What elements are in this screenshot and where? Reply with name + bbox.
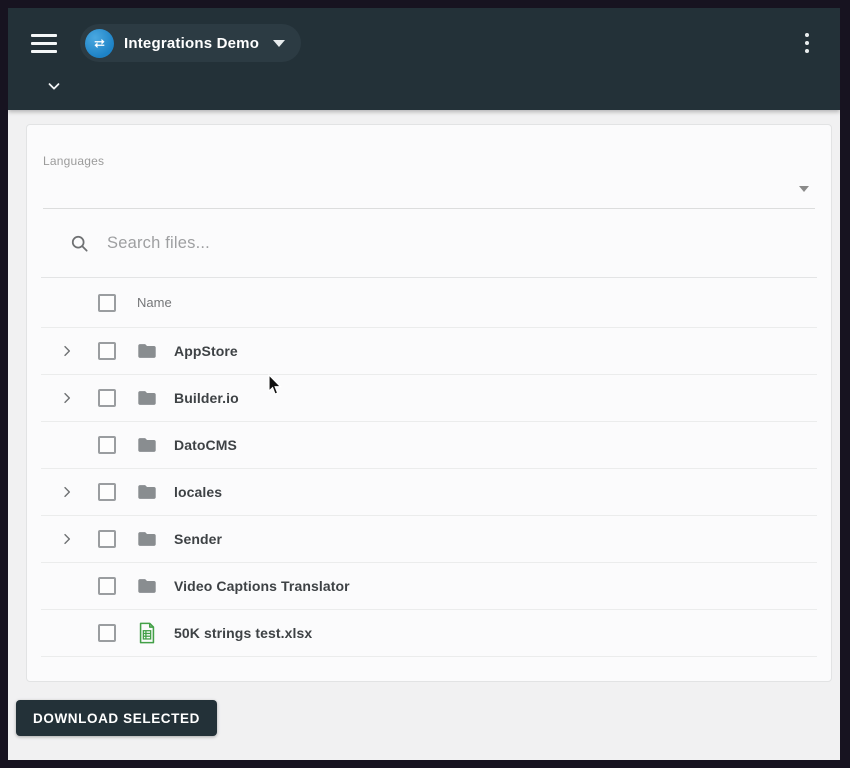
- chevron-down-icon[interactable]: [34, 71, 74, 101]
- dropdown-caret-icon: [273, 40, 285, 47]
- row-checkbox[interactable]: [98, 530, 116, 548]
- expand-chevron-icon[interactable]: [59, 343, 75, 359]
- row-checkbox[interactable]: [98, 389, 116, 407]
- table-row[interactable]: AppStore: [41, 328, 817, 375]
- row-checkbox[interactable]: [98, 577, 116, 595]
- folder-icon: [136, 528, 158, 550]
- search-input[interactable]: Search files...: [107, 234, 210, 253]
- sync-arrows-logo-icon: [85, 29, 114, 58]
- kebab-menu-icon[interactable]: [790, 24, 824, 62]
- folder-icon: [136, 340, 158, 362]
- table-row[interactable]: Builder.io: [41, 375, 817, 422]
- expand-chevron-icon[interactable]: [59, 484, 75, 500]
- select-caret-icon: [799, 186, 809, 192]
- spreadsheet-file-icon: [136, 622, 158, 644]
- table-row[interactable]: Sender: [41, 516, 817, 563]
- hamburger-menu-icon[interactable]: [22, 23, 66, 63]
- folder-icon: [136, 434, 158, 456]
- row-name-label: AppStore: [174, 343, 238, 359]
- app-bar: Integrations Demo: [8, 8, 840, 110]
- row-name-label: locales: [174, 484, 222, 500]
- main-content: Languages Search files... Name: [8, 110, 840, 760]
- expand-chevron-icon[interactable]: [59, 531, 75, 547]
- row-name-label: Video Captions Translator: [174, 578, 350, 594]
- row-name-label: 50K strings test.xlsx: [174, 625, 312, 641]
- languages-label: Languages: [43, 154, 815, 168]
- row-checkbox[interactable]: [98, 624, 116, 642]
- app-window: Integrations Demo Languages: [8, 8, 840, 760]
- row-name-label: Sender: [174, 531, 222, 547]
- row-checkbox[interactable]: [98, 342, 116, 360]
- name-column-header: Name: [137, 295, 172, 310]
- languages-select[interactable]: Languages: [43, 125, 815, 209]
- table-row[interactable]: DatoCMS: [41, 422, 817, 469]
- select-all-checkbox[interactable]: [98, 294, 116, 312]
- folder-icon: [136, 481, 158, 503]
- row-name-label: Builder.io: [174, 390, 239, 406]
- table-row[interactable]: locales: [41, 469, 817, 516]
- row-checkbox[interactable]: [98, 483, 116, 501]
- table-row[interactable]: Video Captions Translator: [41, 563, 817, 610]
- row-checkbox[interactable]: [98, 436, 116, 454]
- file-table-body: AppStore Builder.io DatoCM: [27, 328, 831, 657]
- folder-icon: [136, 387, 158, 409]
- search-icon: [69, 233, 90, 254]
- expand-chevron-icon[interactable]: [59, 390, 75, 406]
- download-selected-button[interactable]: DOWNLOAD SELECTED: [16, 700, 217, 736]
- project-name: Integrations Demo: [124, 35, 259, 52]
- table-row[interactable]: 50K strings test.xlsx: [41, 610, 817, 657]
- search-bar[interactable]: Search files...: [41, 209, 817, 278]
- project-switcher[interactable]: Integrations Demo: [80, 24, 301, 62]
- file-browser-card: Languages Search files... Name: [26, 124, 832, 682]
- folder-icon: [136, 575, 158, 597]
- row-name-label: DatoCMS: [174, 437, 237, 453]
- table-header-row: Name: [41, 278, 817, 328]
